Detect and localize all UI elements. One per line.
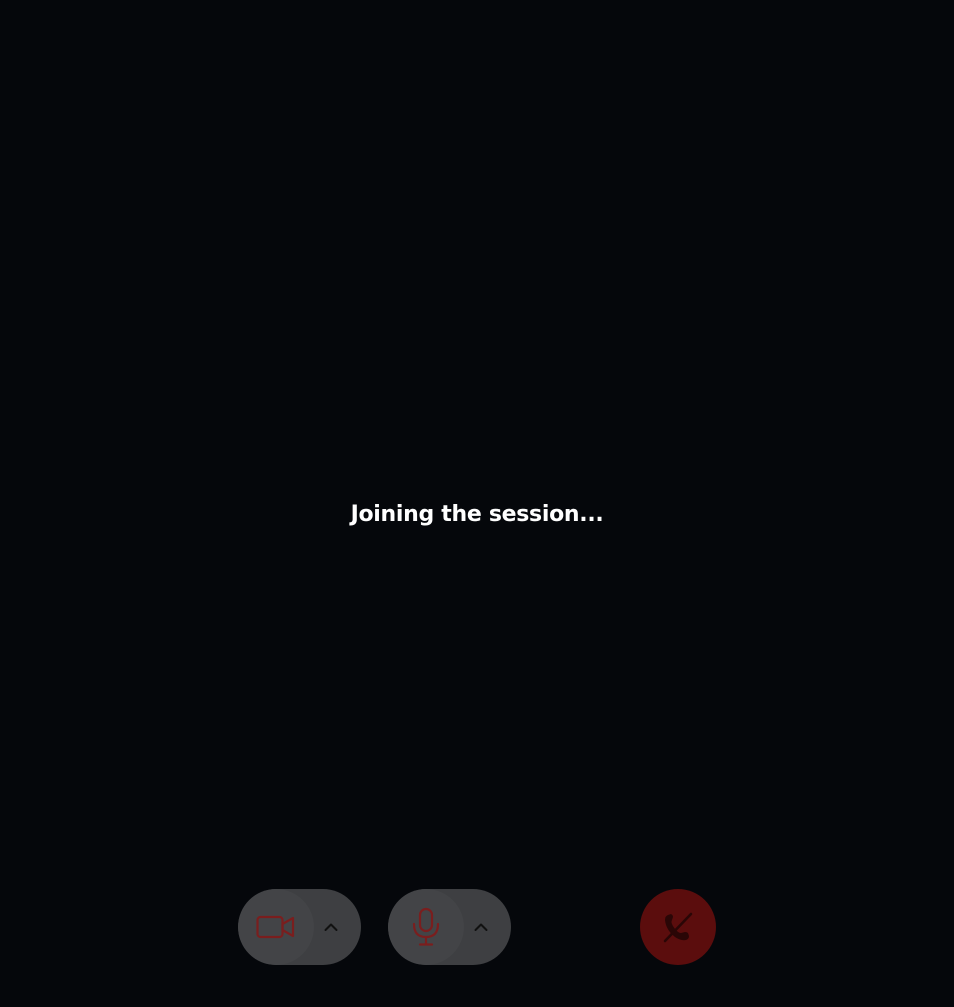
video-camera-icon xyxy=(256,913,296,941)
chevron-up-icon xyxy=(474,922,488,932)
session-stage: Joining the session... xyxy=(0,0,954,1007)
chevron-up-icon xyxy=(324,922,338,932)
microphone-icon xyxy=(411,907,441,947)
microphone-toggle-button[interactable] xyxy=(388,889,464,965)
phone-hangup-icon xyxy=(661,910,695,944)
end-call-button[interactable] xyxy=(640,889,716,965)
camera-control-group xyxy=(238,889,361,965)
camera-options-button[interactable] xyxy=(309,889,353,965)
microphone-control-group xyxy=(388,889,511,965)
microphone-options-button[interactable] xyxy=(459,889,503,965)
joining-status-text: Joining the session... xyxy=(350,502,604,527)
camera-toggle-button[interactable] xyxy=(238,889,314,965)
